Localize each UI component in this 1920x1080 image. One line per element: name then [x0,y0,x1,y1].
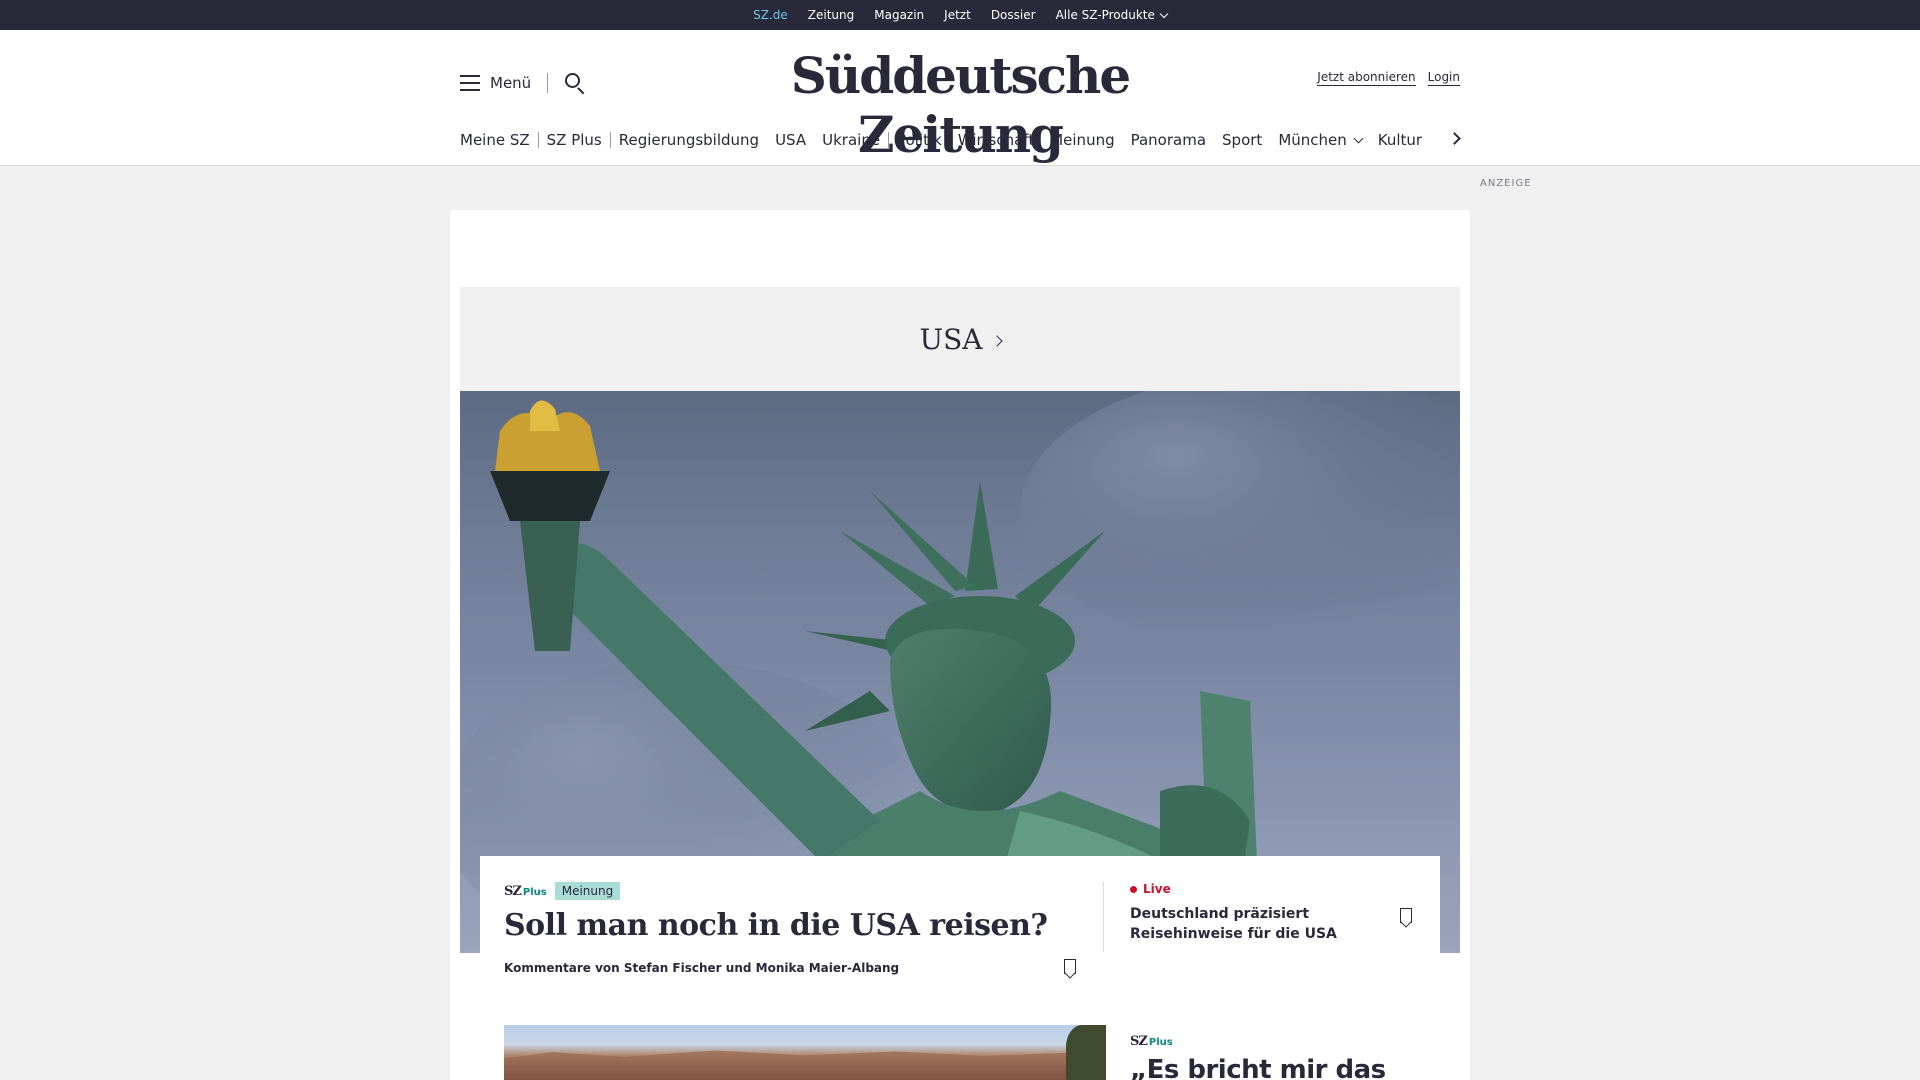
divider [1103,882,1104,952]
product-bar: SZ.de Zeitung Magazin Jetzt Dossier Alle… [0,0,1920,30]
menu-button[interactable]: Menü [460,72,586,95]
site-header: Menü Süddeutsche Zeitung Jetzt abonniere… [0,30,1920,166]
nav-item-muenchen-label: München [1278,131,1347,149]
nav-item-panorama[interactable]: Panorama [1123,131,1214,149]
login-link[interactable]: Login [1427,70,1460,86]
lead-article[interactable]: SZ Plus Meinung Soll man noch in die USA… [504,882,1084,975]
second-article[interactable]: SZ Plus „Es bricht mir das [1130,1030,1430,1080]
menu-label: Menü [490,74,532,92]
all-products-label: Alle SZ-Produkte [1055,8,1155,22]
product-link-magazin[interactable]: Magazin [874,8,924,22]
sz-plus-suffix: Plus [522,886,547,898]
nav-item-politik[interactable]: Politik [889,131,950,149]
article-thumbnail[interactable] [504,1025,1106,1080]
second-headline[interactable]: „Es bricht mir das [1130,1055,1430,1080]
bookmark-icon[interactable] [1064,959,1076,974]
section-title: USA [919,322,983,356]
section-nav: Meine SZ SZ Plus Regierungsbildung USA U… [460,128,1460,152]
chevron-right-icon [990,335,1003,347]
product-link-zeitung[interactable]: Zeitung [808,8,854,22]
subscribe-link[interactable]: Jetzt abonnieren [1317,70,1416,86]
tree-illustration [1066,1025,1106,1080]
sz-plus-brand: SZ [1130,1034,1148,1049]
live-article[interactable]: Live Deutschland präzisiert Reisehinweis… [1130,882,1370,944]
account-links: Jetzt abonnieren Login [1317,70,1460,86]
divider [547,73,549,93]
nav-item-kultur[interactable]: Kultur [1370,131,1430,149]
product-link-dossier[interactable]: Dossier [991,8,1036,22]
section-header[interactable]: USA [460,287,1460,391]
product-link-szde[interactable]: SZ.de [753,8,788,22]
nav-item-muenchen[interactable]: München [1270,131,1369,149]
chevron-down-icon [1159,9,1169,18]
product-link-jetzt[interactable]: Jetzt [944,8,971,22]
nav-item-meinung[interactable]: Meinung [1042,131,1122,149]
lead-byline: Kommentare von Stefan Fischer und Monika… [504,961,900,975]
chevron-down-icon [1353,133,1364,143]
nav-item-meine-sz[interactable]: Meine SZ [460,131,538,149]
main-content: USA SZ Plus Meinung Soll man noch in die… [450,210,1470,1080]
canyon-illustration [504,1050,1106,1080]
nav-item-sport[interactable]: Sport [1214,131,1270,149]
lead-badges: SZ Plus Meinung [504,882,1084,900]
live-badge: Live [1130,882,1370,896]
sz-plus-logo: SZ Plus [504,884,547,899]
nav-item-regierungsbildung[interactable]: Regierungsbildung [611,131,767,149]
live-label: Live [1143,882,1171,896]
live-headline[interactable]: Deutschland präzisiert Reisehinweise für… [1130,904,1370,944]
sz-plus-logo: SZ Plus [1130,1034,1173,1049]
nav-item-ukraine[interactable]: Ukraine [814,131,888,149]
nav-item-wirtschaft[interactable]: Wirtschaft [950,131,1042,149]
bookmark-icon[interactable] [1400,908,1412,923]
sz-plus-brand: SZ [504,883,522,899]
nav-item-usa[interactable]: USA [767,131,814,149]
category-tag: Meinung [554,882,621,900]
sz-plus-suffix: Plus [1148,1037,1173,1048]
live-dot-icon [1130,885,1137,893]
lead-headline[interactable]: Soll man noch in die USA reisen? [504,908,1084,943]
search-icon[interactable] [564,72,586,95]
nav-item-sz-plus[interactable]: SZ Plus [539,131,610,149]
hamburger-icon [460,75,480,91]
product-link-all-products[interactable]: Alle SZ-Produkte [1055,8,1169,22]
ad-label: ANZEIGE [1480,178,1532,189]
